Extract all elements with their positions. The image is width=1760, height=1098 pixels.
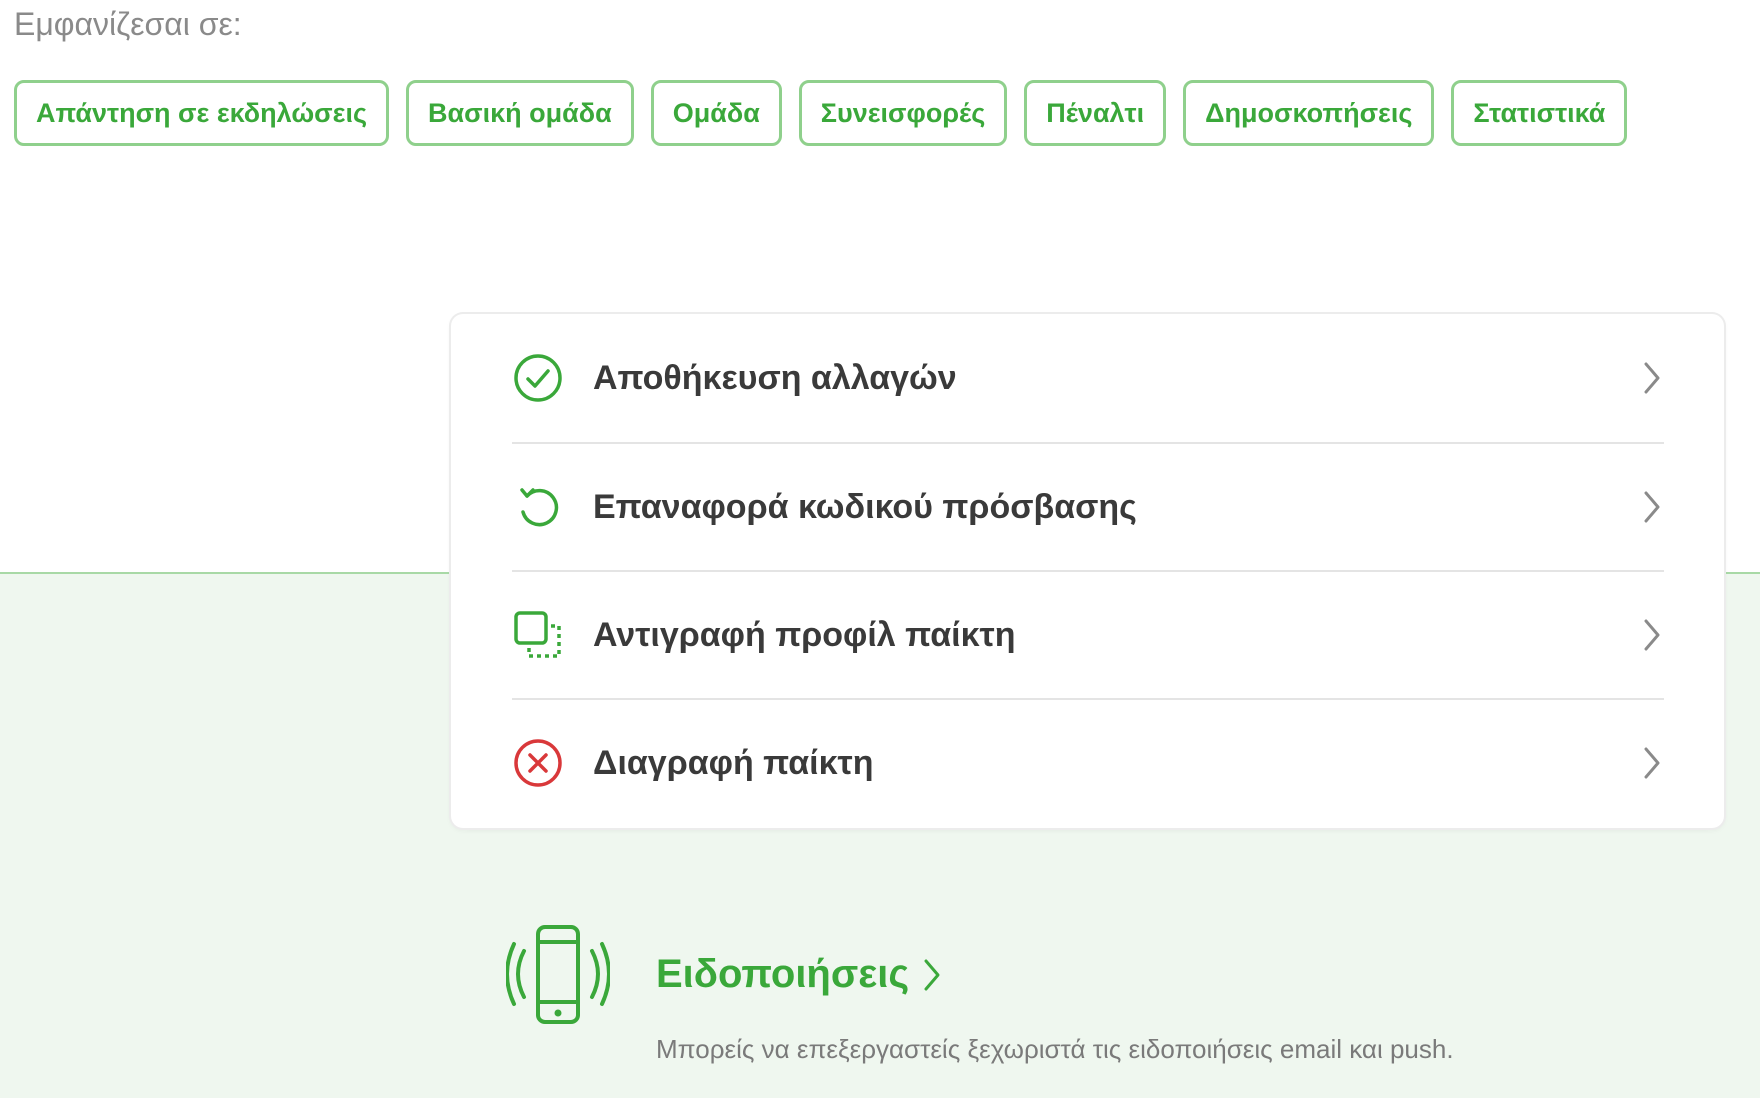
menu-item-save-changes[interactable]: Αποθήκευση αλλαγών <box>512 314 1664 442</box>
actions-menu: Αποθήκευση αλλαγών Επαναφορά κωδικού πρό… <box>451 314 1724 828</box>
delete-x-circle-icon <box>512 737 564 789</box>
chip-statistics[interactable]: Στατιστικά <box>1451 80 1628 146</box>
appear-in-chips: Απάντηση σε εκδηλώσεις Βασική ομάδα Ομάδ… <box>14 80 1644 146</box>
chip-event-responses[interactable]: Απάντηση σε εκδηλώσεις <box>14 80 389 146</box>
chevron-right-icon <box>1644 747 1660 779</box>
menu-label-save-changes: Αποθήκευση αλλαγών <box>593 358 957 397</box>
appear-in-label: Εμφανίζεσαι σε: <box>14 6 242 42</box>
menu-item-reset-password[interactable]: Επαναφορά κωδικού πρόσβασης <box>512 443 1664 571</box>
chevron-right-icon <box>1644 491 1660 523</box>
chip-team[interactable]: Ομάδα <box>650 80 782 146</box>
chip-core-team[interactable]: Βασική ομάδα <box>406 80 634 146</box>
copy-icon <box>512 609 564 661</box>
chip-contributions[interactable]: Συνεισφορές <box>798 80 1008 146</box>
phone-vibrate-icon <box>506 925 610 1024</box>
chip-penalties[interactable]: Πέναλτι <box>1024 80 1167 146</box>
notifications-title: Ειδοποιήσεις <box>656 952 910 996</box>
menu-label-delete-player: Διαγραφή παίκτη <box>593 743 874 782</box>
chevron-right-icon <box>1644 619 1660 651</box>
notifications-subtitle: Μπορείς να επεξεργαστείς ξεχωριστά τις ε… <box>656 1034 1454 1064</box>
menu-label-copy-player-profile: Αντιγραφή προφίλ παίκτη <box>593 615 1016 654</box>
notifications-link[interactable]: Ειδοποιήσεις <box>656 952 941 997</box>
chevron-right-icon <box>924 959 940 990</box>
chip-polls[interactable]: Δημοσκοπήσεις <box>1183 80 1435 146</box>
menu-label-reset-password: Επαναφορά κωδικού πρόσβασης <box>593 487 1137 526</box>
menu-item-delete-player[interactable]: Διαγραφή παίκτη <box>512 699 1664 827</box>
menu-item-copy-player-profile[interactable]: Αντιγραφή προφίλ παίκτη <box>512 571 1664 699</box>
reset-arrow-icon <box>512 481 564 533</box>
check-circle-icon <box>512 352 564 404</box>
chevron-right-icon <box>1644 362 1660 394</box>
